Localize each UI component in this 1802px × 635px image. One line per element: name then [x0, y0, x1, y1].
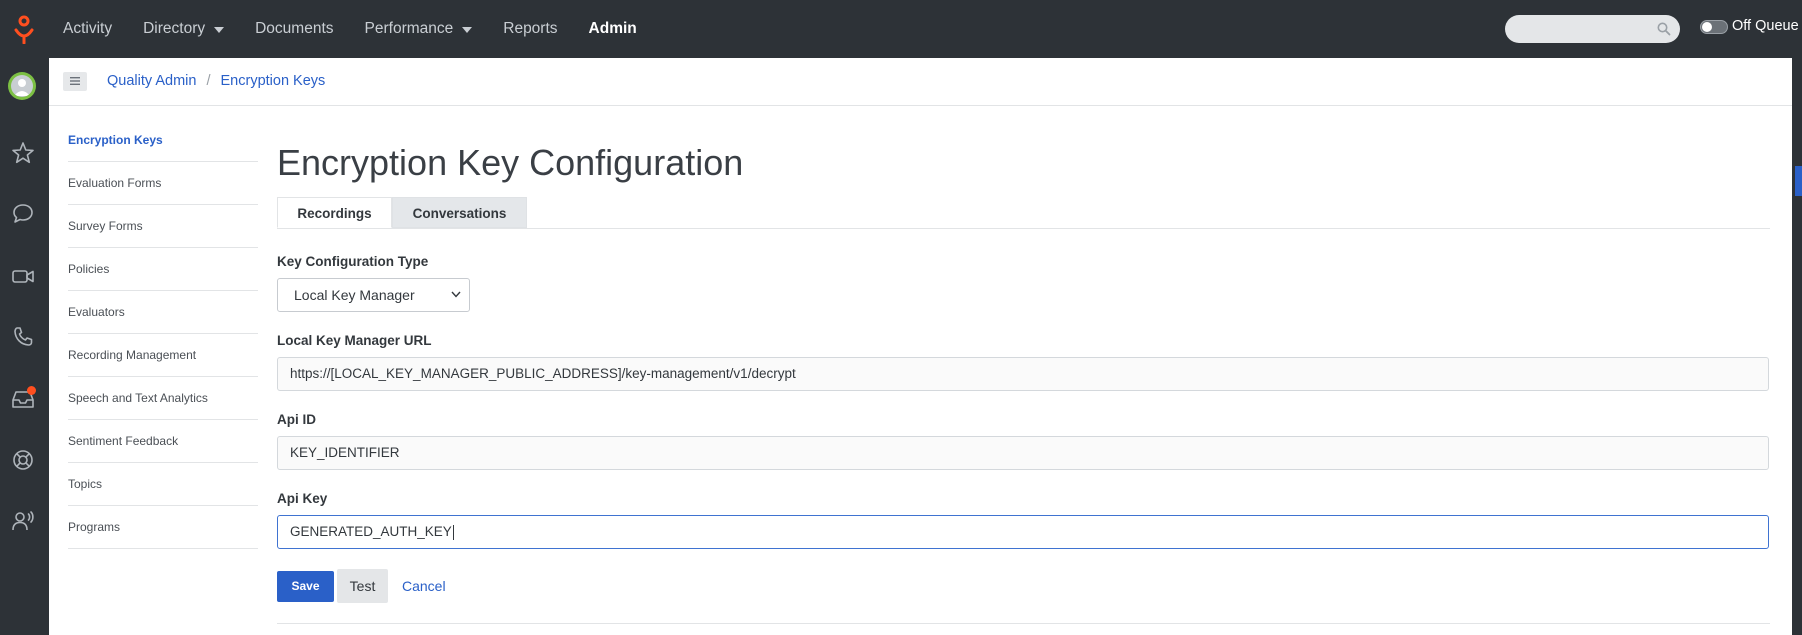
- subnav-item-evaluators[interactable]: Evaluators: [68, 291, 258, 334]
- top-navigation-bar: Activity Directory Documents Performance…: [0, 0, 1802, 58]
- subnav-item-survey-forms[interactable]: Survey Forms: [68, 205, 258, 248]
- tab-bar: Recordings Conversations: [277, 197, 1770, 229]
- nav-performance[interactable]: Performance: [365, 20, 473, 38]
- subnav-item-topics[interactable]: Topics: [68, 463, 258, 506]
- tab-recordings[interactable]: Recordings: [277, 197, 392, 228]
- cancel-link[interactable]: Cancel: [402, 578, 446, 594]
- subnav-item-encryption-keys[interactable]: Encryption Keys: [68, 119, 258, 162]
- subnav-item-programs[interactable]: Programs: [68, 506, 258, 549]
- queue-toggle-label: Off Queue: [1732, 18, 1799, 34]
- video-icon[interactable]: [10, 263, 36, 289]
- api-id-label: Api ID: [277, 412, 316, 427]
- right-edge-strip: [1792, 58, 1802, 635]
- nav-admin[interactable]: Admin: [589, 20, 637, 38]
- menu-toggle-button[interactable]: [63, 72, 87, 91]
- search-icon: [1657, 22, 1671, 36]
- save-button[interactable]: Save: [277, 571, 334, 602]
- notification-dot: [27, 386, 36, 395]
- global-search-input[interactable]: [1505, 15, 1680, 43]
- key-manager-url-value: https://[LOCAL_KEY_MANAGER_PUBLIC_ADDRES…: [290, 366, 796, 381]
- api-id-field[interactable]: KEY_IDENTIFIER: [277, 436, 1769, 470]
- main-panel: Quality Admin / Encryption Keys Encrypti…: [49, 58, 1792, 635]
- nav-performance-label: Performance: [364, 20, 454, 37]
- admin-subnav: Encryption Keys Evaluation Forms Survey …: [68, 119, 258, 549]
- text-cursor: [452, 524, 454, 540]
- user-broadcast-icon[interactable]: [10, 508, 36, 534]
- subnav-item-speech-text-analytics[interactable]: Speech and Text Analytics: [68, 377, 258, 420]
- nav-activity[interactable]: Activity: [63, 20, 112, 38]
- queue-toggle[interactable]: [1700, 20, 1728, 34]
- phone-icon[interactable]: [10, 324, 36, 350]
- nav-activity-label: Activity: [63, 20, 113, 37]
- breadcrumb-quality-admin[interactable]: Quality Admin: [107, 73, 196, 89]
- test-button[interactable]: Test: [337, 569, 388, 603]
- key-manager-url-field[interactable]: https://[LOCAL_KEY_MANAGER_PUBLIC_ADDRES…: [277, 357, 1769, 391]
- key-type-label: Key Configuration Type: [277, 254, 429, 269]
- api-key-value: GENERATED_AUTH_KEY: [290, 524, 452, 539]
- subnav-item-sentiment-feedback[interactable]: Sentiment Feedback: [68, 420, 258, 463]
- api-key-label: Api Key: [277, 491, 328, 506]
- avatar[interactable]: [8, 72, 36, 100]
- left-rail: [0, 58, 49, 635]
- chat-icon[interactable]: [10, 201, 36, 227]
- nav-reports-label: Reports: [503, 20, 558, 37]
- divider: [277, 623, 1770, 624]
- main-nav: Activity Directory Documents Performance…: [63, 0, 668, 58]
- nav-directory[interactable]: Directory: [143, 20, 225, 38]
- toggle-knob: [1702, 22, 1712, 32]
- caret-down-icon: [214, 27, 225, 33]
- nav-documents-label: Documents: [255, 20, 334, 37]
- chevron-down-icon: [451, 291, 461, 298]
- page-title: Encryption Key Configuration: [277, 142, 744, 183]
- nav-documents[interactable]: Documents: [255, 20, 333, 38]
- star-icon[interactable]: [10, 140, 36, 166]
- genesys-logo-icon[interactable]: [10, 14, 38, 44]
- subnav-item-recording-management[interactable]: Recording Management: [68, 334, 258, 377]
- nav-admin-label: Admin: [588, 20, 637, 37]
- nav-reports[interactable]: Reports: [503, 20, 557, 38]
- url-label: Local Key Manager URL: [277, 333, 432, 348]
- key-type-select[interactable]: Local Key Manager: [277, 278, 470, 312]
- api-id-value: KEY_IDENTIFIER: [290, 445, 400, 460]
- caret-down-icon: [462, 27, 473, 33]
- avatar-image: [11, 75, 33, 97]
- right-edge-accent: [1795, 166, 1802, 196]
- key-type-selected-value: Local Key Manager: [294, 287, 415, 303]
- nav-directory-label: Directory: [143, 20, 206, 37]
- tab-conversations[interactable]: Conversations: [392, 197, 527, 228]
- api-key-field[interactable]: GENERATED_AUTH_KEY: [277, 515, 1769, 549]
- subnav-item-policies[interactable]: Policies: [68, 248, 258, 291]
- breadcrumb-separator: /: [206, 73, 211, 89]
- breadcrumb-bar: Quality Admin / Encryption Keys: [49, 58, 1792, 106]
- subnav-item-evaluation-forms[interactable]: Evaluation Forms: [68, 162, 258, 205]
- lifebuoy-icon[interactable]: [10, 447, 36, 473]
- breadcrumb: Quality Admin / Encryption Keys: [107, 73, 325, 89]
- hamburger-icon: [70, 77, 80, 85]
- user-silhouette-icon: [14, 79, 30, 96]
- breadcrumb-encryption-keys[interactable]: Encryption Keys: [221, 73, 326, 89]
